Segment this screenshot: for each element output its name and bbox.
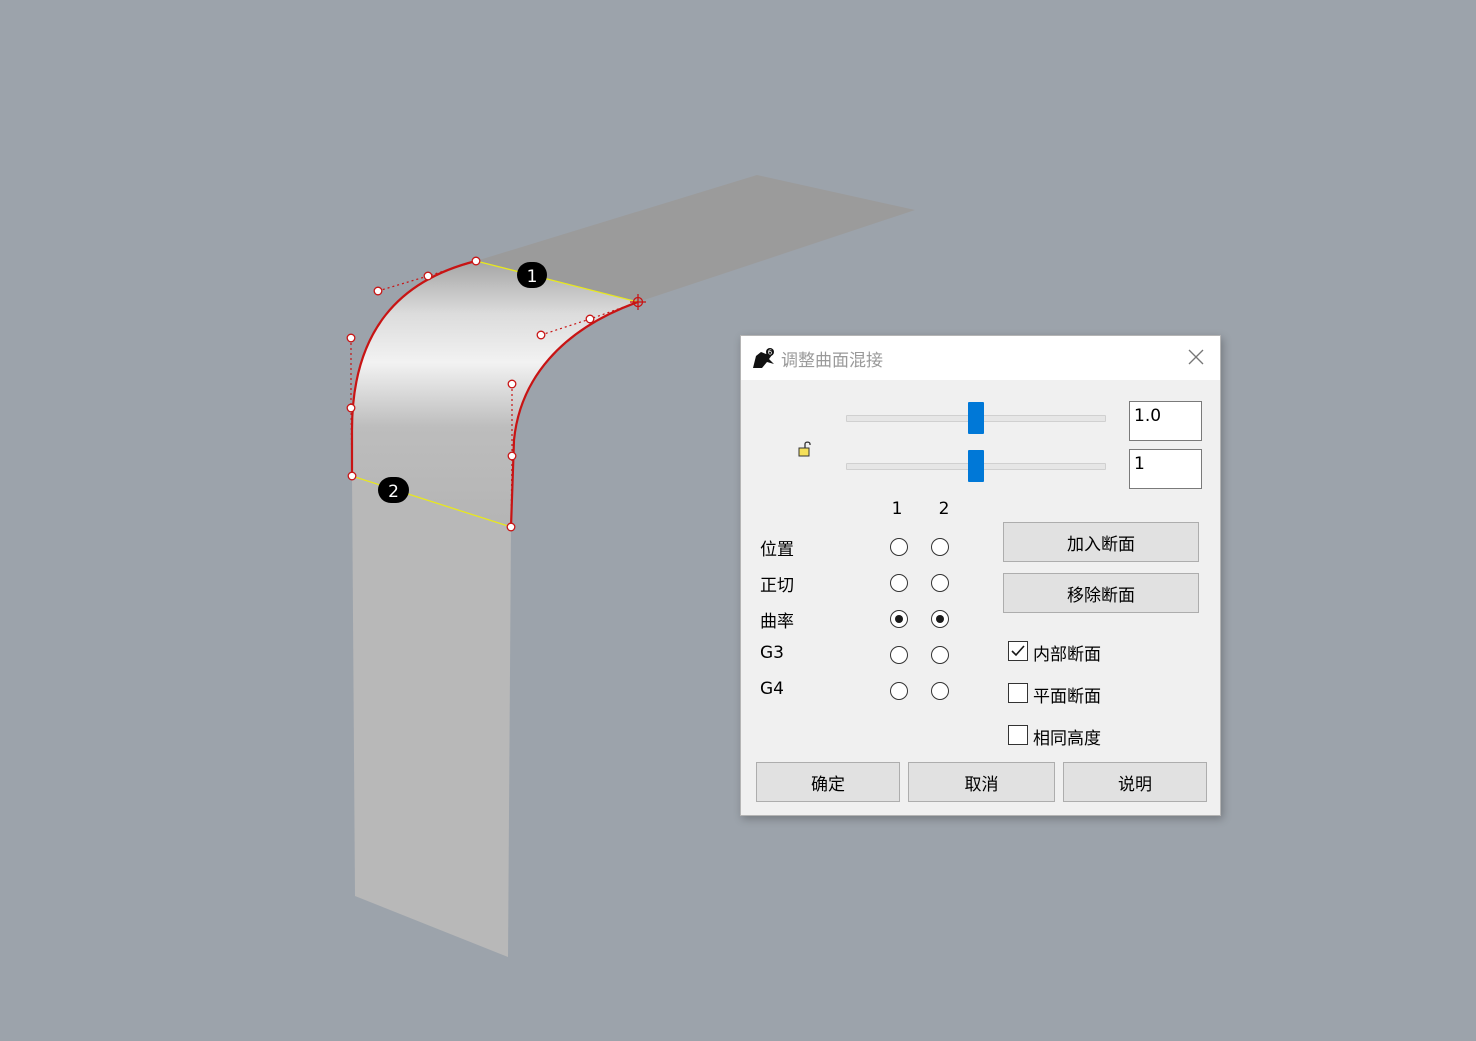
checkbox-same-height-label: 相同高度 — [1033, 729, 1101, 749]
row-label-tangency: 正切 — [760, 576, 794, 596]
dialog-titlebar[interactable]: 6 调整曲面混接 — [741, 336, 1220, 380]
control-point[interactable] — [536, 330, 546, 340]
checkbox-planar-sections-label: 平面断面 — [1033, 687, 1101, 707]
control-point[interactable] — [373, 286, 383, 296]
radio-position-2[interactable] — [931, 538, 949, 556]
add-section-button[interactable]: 加入断面 — [1003, 522, 1199, 562]
edge-label-1-text: 1 — [527, 267, 538, 287]
column-header-1: 1 — [891, 499, 903, 519]
checkbox-interior-sections[interactable] — [1008, 641, 1028, 661]
radio-curvature-1[interactable] — [890, 610, 908, 628]
checkbox-planar-sections[interactable] — [1008, 683, 1028, 703]
radio-g3-1[interactable] — [890, 646, 908, 664]
edge-label-2-text: 2 — [388, 482, 399, 502]
control-point[interactable] — [506, 522, 516, 532]
control-point[interactable] — [347, 471, 357, 481]
slider-1[interactable] — [846, 401, 1106, 435]
radio-g4-2[interactable] — [931, 682, 949, 700]
viewport-3d[interactable]: 1 2 — [0, 0, 1476, 1041]
control-point[interactable] — [423, 271, 433, 281]
slider-1-value-input[interactable]: 1.0 — [1129, 401, 1202, 441]
adjust-blend-dialog: 6 调整曲面混接 1.0 1 1 2 位置 正切 曲率 G3 G4 加入断面 移… — [740, 335, 1221, 816]
slider-2-thumb[interactable] — [968, 450, 984, 482]
row-label-g3: G3 — [760, 643, 784, 663]
radio-g4-1[interactable] — [890, 682, 908, 700]
radio-curvature-2[interactable] — [931, 610, 949, 628]
radio-g3-2[interactable] — [931, 646, 949, 664]
control-point[interactable] — [507, 379, 517, 389]
control-point[interactable] — [346, 403, 356, 413]
dialog-title: 调整曲面混接 — [781, 351, 883, 371]
row-label-g4: G4 — [760, 679, 784, 699]
radio-tangency-2[interactable] — [931, 574, 949, 592]
vertical-surface — [352, 476, 511, 957]
close-icon[interactable] — [1186, 347, 1206, 367]
edge-label-2[interactable]: 2 — [378, 477, 409, 503]
row-label-curvature: 曲率 — [760, 612, 794, 632]
checkbox-same-height[interactable] — [1008, 725, 1028, 745]
svg-text:6: 6 — [768, 349, 773, 357]
row-label-position: 位置 — [760, 540, 794, 560]
help-button[interactable]: 说明 — [1063, 762, 1207, 802]
control-point[interactable] — [507, 451, 517, 461]
checkbox-interior-sections-label: 内部断面 — [1033, 645, 1101, 665]
column-header-2: 2 — [938, 499, 950, 519]
slider-2-value-input[interactable]: 1 — [1129, 449, 1202, 489]
unlock-icon[interactable] — [797, 440, 813, 458]
slider-2[interactable] — [846, 449, 1106, 483]
remove-section-button[interactable]: 移除断面 — [1003, 573, 1199, 613]
ok-button[interactable]: 确定 — [756, 762, 900, 802]
control-point[interactable] — [585, 314, 595, 324]
radio-tangency-1[interactable] — [890, 574, 908, 592]
radio-position-1[interactable] — [890, 538, 908, 556]
control-point[interactable] — [471, 256, 481, 266]
edge-label-1[interactable]: 1 — [517, 262, 547, 288]
slider-1-thumb[interactable] — [968, 402, 984, 434]
rhino-app-icon: 6 — [752, 346, 776, 370]
control-point[interactable] — [346, 333, 356, 343]
cancel-button[interactable]: 取消 — [908, 762, 1055, 802]
